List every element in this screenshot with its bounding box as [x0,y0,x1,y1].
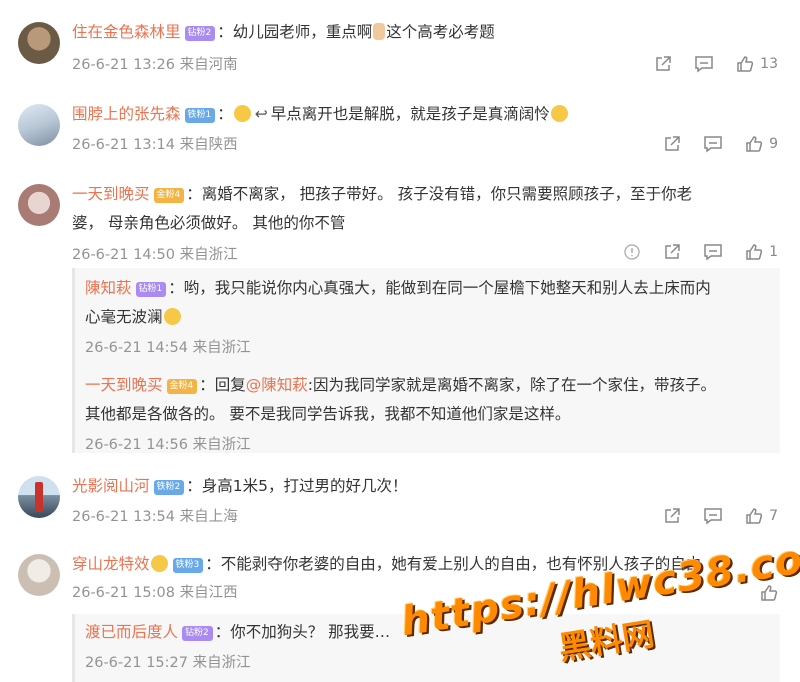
like-count: 1 [769,244,778,260]
fan-badge: 金粉4 [153,188,185,203]
like-button[interactable] [760,584,778,602]
comment-text-cont: 早点离开也是解脱，就是孩子是真滴阔怜 [270,105,550,123]
reply-1: 渡已而后度人 钻粉2 ：你不加狗头？ 那我要… 26-6-21 15:27 来自浙江 [85,614,780,676]
comment-text-cont: 这个高考必考题 [386,23,495,41]
comment-time: 26-6-21 13:54 [72,509,175,525]
arrow-icon: ↩ [254,105,268,123]
reply-2: 一天到晚买 金粉4 ：回复@陳知萩:因为我同学家就是离婚不离家，除了在一个家住，带孩… [85,361,780,458]
report-button[interactable] [623,243,641,261]
comment-text: ：幼儿园老师，重点啊 [217,23,373,41]
avatar[interactable] [18,104,60,146]
reply-thread: 陳知萩 钻粉1 ：哟，我只能说你内心真强大，能做到在同一个屋檐下她整天和别人去上床而… [72,268,780,453]
share-button[interactable] [663,243,681,261]
username[interactable]: 渡已而后度人 [85,623,178,641]
comment-location: 来自上海 [179,509,238,525]
like-button[interactable]: 7 [745,507,778,525]
fan-badge: 钻粉2 [182,626,213,641]
comment-text: ：不能剥夺你老婆的自由，她有爱上别人的自由，也有怀别人孩子的自由 [205,555,702,573]
comment-icon [704,244,722,261]
share-icon [656,56,671,71]
comment-text: ：身高1米5，打过男的好几次！ [186,477,408,495]
username[interactable]: 陳知萩 [85,279,132,297]
like-button[interactable]: 1 [745,243,778,261]
crying-emoji-icon [550,105,568,122]
reply-prefix: ：回复 [199,376,246,394]
share-icon [665,508,680,523]
username[interactable]: 一天到晚买 [85,376,163,394]
comment-location: 来自河南 [179,57,238,73]
reply-text: ：你不加狗头？ 那我要… [214,623,391,641]
fan-badge: 铁粉2 [153,480,185,495]
comment-location: 来自陕西 [179,137,238,153]
reply-location: 来自浙江 [192,655,251,671]
share-button[interactable] [663,135,681,153]
hand-emoji-icon [373,23,386,40]
comment-time: 26-6-21 15:08 [72,585,175,601]
share-button[interactable] [654,55,672,73]
share-icon [665,244,680,259]
fan-badge: 铁粉3 [172,558,204,573]
avatar[interactable] [18,184,60,226]
reply-text: ：哟，我只能说你内心真强大，能做到在同一个屋檐下她整天和别人去上床而内 [168,279,711,297]
like-button[interactable]: 13 [736,55,778,73]
comment-time: 26-6-21 13:26 [72,57,175,73]
like-count: 7 [769,508,778,524]
username[interactable]: 住在金色森林里 [72,23,181,41]
like-count: 13 [760,56,778,72]
reply-button[interactable] [703,243,723,261]
reply-button[interactable] [703,135,723,153]
username[interactable]: 围脖上的张先森 [72,105,181,123]
mention-link[interactable]: @陳知萩 [246,376,308,394]
like-icon [761,585,778,601]
username[interactable]: 光影阅山河 [72,477,150,495]
like-icon [746,244,763,260]
reply-button[interactable] [703,507,723,525]
comment-location: 来自浙江 [179,247,238,263]
comment-icon [704,508,722,525]
like-count: 9 [769,136,778,152]
reply-text-line2: 心毫无波澜 [85,308,163,326]
comment-icon [704,136,722,153]
reply-location: 来自浙江 [192,437,251,453]
comment-icon [695,56,713,73]
fan-badge: 金粉4 [166,379,198,394]
username[interactable]: 穿山龙特效 [72,555,150,573]
shocked-emoji-icon [233,105,251,122]
comment-time: 26-6-21 14:50 [72,247,175,263]
reply-time: 26-6-21 14:56 [85,437,188,453]
avatar[interactable] [18,554,60,596]
comment-time: 26-6-21 13:14 [72,137,175,153]
reply-button[interactable] [694,55,714,73]
smug-emoji-icon [163,308,181,325]
share-button[interactable] [663,507,681,525]
reply-time: 26-6-21 15:27 [85,655,188,671]
avatar[interactable] [18,22,60,64]
reply-location: 来自浙江 [192,340,251,356]
fan-badge: 钻粉2 [184,26,216,41]
comment-text: ：离婚不离家， 把孩子带好。 孩子没有错，你只需要照顾孩子，至于你老 [186,185,693,203]
username[interactable]: 一天到晚买 [72,185,150,203]
reply-1: 陳知萩 钻粉1 ：哟，我只能说你内心真强大，能做到在同一个屋檐下她整天和别人去上床而… [85,268,780,361]
report-icon [624,244,640,260]
comment-text-line2: 婆， 母亲角色必须做好。 其他的你不管 [72,214,346,232]
comment-text: ： [217,105,233,123]
avatar[interactable] [18,476,60,518]
fan-badge: 钻粉1 [135,282,167,297]
like-icon [737,56,754,72]
share-icon [665,136,680,151]
like-icon [746,508,763,524]
reply-time: 26-6-21 14:54 [85,340,188,356]
comment-location: 来自江西 [179,585,238,601]
like-button[interactable]: 9 [745,135,778,153]
reply-thread: 渡已而后度人 钻粉2 ：你不加狗头？ 那我要… 26-6-21 15:27 来自浙江 [72,614,780,682]
reply-text: :因为我同学家就是离婚不离家，除了在一个家住，带孩子。 [307,376,717,394]
like-icon [746,136,763,152]
crown-emoji-icon [150,555,168,572]
fan-badge: 铁粉1 [184,108,216,123]
reply-text-line2: 其他都是各做各的。 要不是我同学告诉我，我都不知道他们家是这样。 [85,405,571,423]
